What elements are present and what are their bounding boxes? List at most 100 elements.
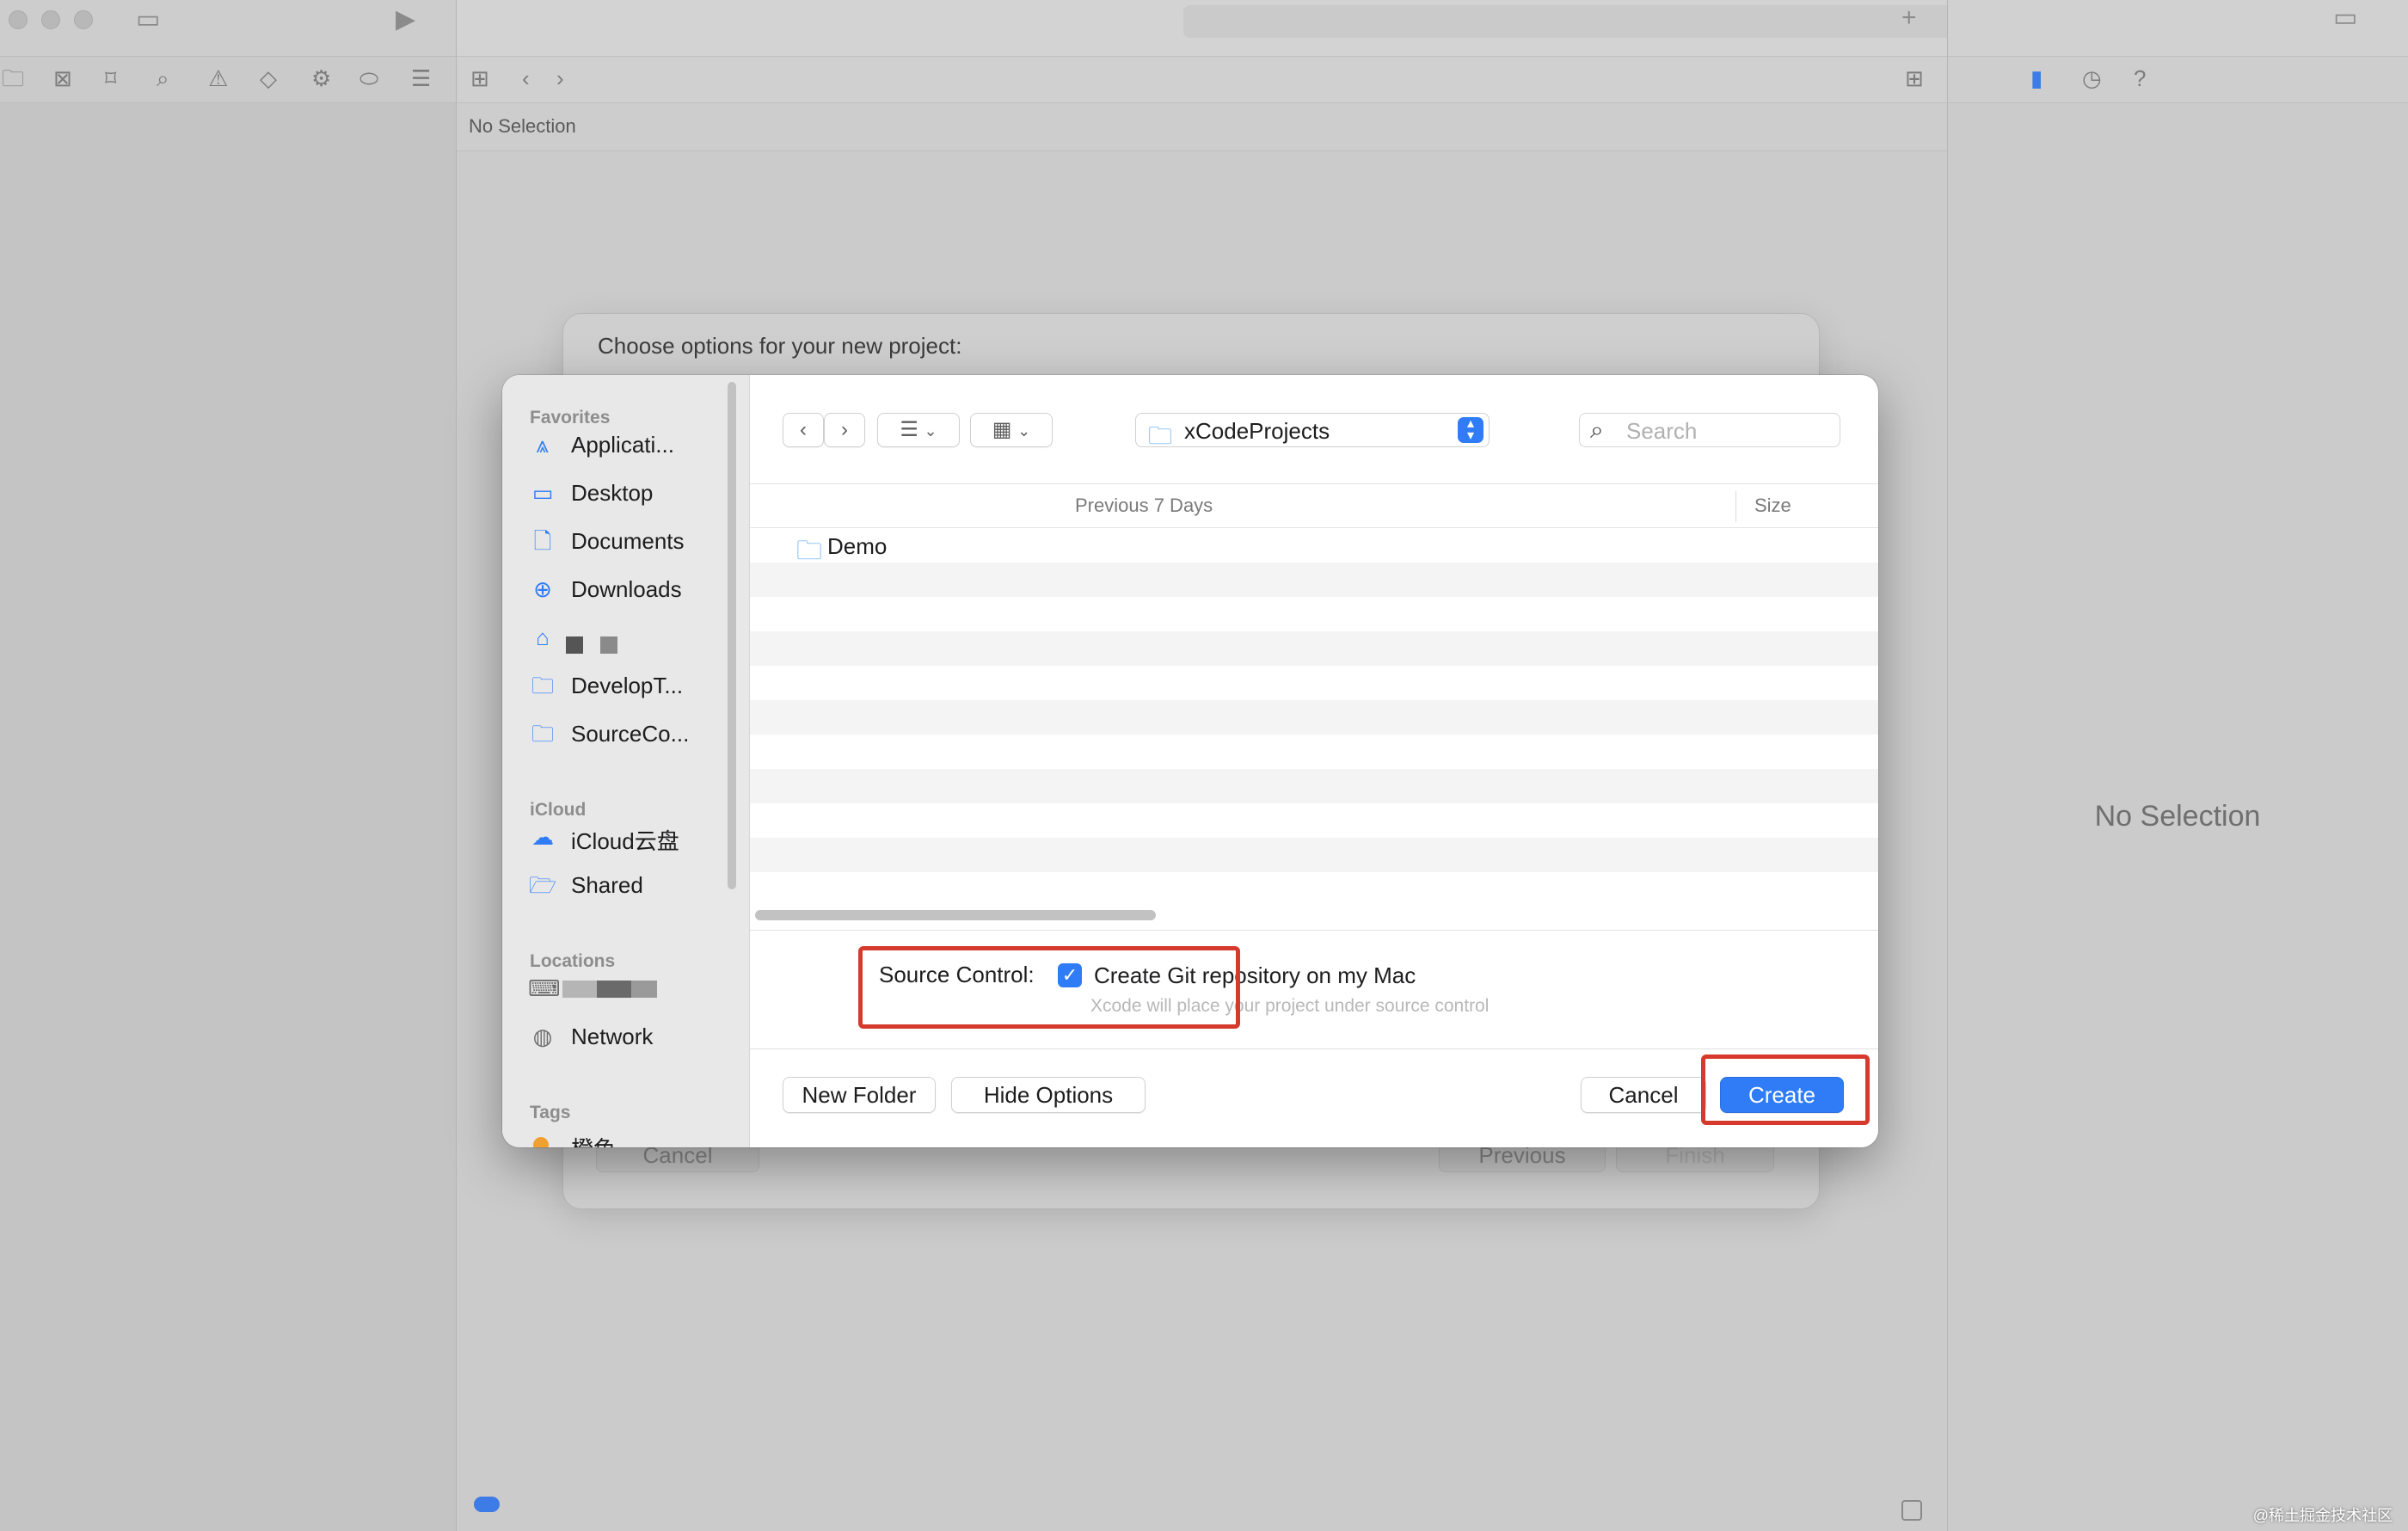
tag-label[interactable]: 橙色 [571,1132,616,1147]
breakpoint-navigator-icon[interactable]: ⬭ [359,67,378,89]
sheet-title: Choose options for your new project: [598,333,962,359]
list-icon: ☰ [900,418,918,441]
sidebar-item-label: Desktop [571,480,654,506]
group-column-header[interactable]: Previous 7 Days [1075,495,1213,517]
source-control-navigator-icon[interactable]: ⊠ [53,67,72,89]
sidebar-item-develop[interactable]: 🗀 DevelopT... [528,666,734,705]
search-field[interactable]: ⌕ [1579,413,1840,447]
sidebar-item-label: Network [571,1024,654,1049]
sidebar-scrollbar[interactable] [728,382,736,889]
folder-icon: 🗀 [531,721,554,747]
sidebar-item-home[interactable]: ⌂ [528,618,734,657]
tags-section-title: Tags [530,1103,571,1122]
column-divider[interactable] [1735,491,1736,522]
zoom-window-button[interactable] [74,10,93,29]
help-inspector-icon[interactable]: ? [2134,67,2146,89]
downloads-icon: ⊕ [533,576,552,602]
file-name: Demo [827,533,888,559]
list-item [750,838,1878,872]
location-label: xCodeProjects [1184,418,1330,444]
group-by-button[interactable]: ▦ ⌄ [970,413,1053,447]
list-item [750,597,1878,631]
inspector-pane: ▭ ▮ ◷ ? [1947,0,2408,1531]
size-column-header[interactable]: Size [1754,495,1791,517]
inspector-selector-bar [1948,57,2408,103]
redacted-block [631,981,657,998]
watermark: @稀土掘金技术社区 [2252,1507,2393,1524]
test-navigator-icon[interactable]: ◇ [260,67,277,89]
add-icon[interactable]: + [1901,5,1917,31]
annotation-source-control [858,946,1240,1029]
cloud-icon: ☁ [531,824,554,850]
list-item [750,803,1878,838]
grid-icon: ▦ [992,418,1012,441]
sidebar-item-label: DevelopT... [571,673,684,698]
issue-navigator-icon[interactable]: ⚠ [208,67,228,89]
sidebar-item-desktop[interactable]: ▭ Desktop [528,473,734,513]
sidebar-item-shared[interactable]: 🗁 Shared [528,865,734,905]
forward-button[interactable]: › [824,413,865,447]
sidebar-item-downloads[interactable]: ⊕ Downloads [528,569,734,609]
find-navigator-icon[interactable]: ⌕ [157,67,169,89]
breadcrumb: No Selection [469,115,576,137]
sidebar-item-label: Applicati... [571,432,674,458]
redacted-block [600,636,617,654]
location-popup[interactable]: 🗀 xCodeProjects ▴ ▾ [1135,413,1490,449]
debug-area-toggle-icon[interactable] [1901,1500,1922,1521]
report-navigator-icon[interactable]: ☰ [411,67,431,89]
bookmark-navigator-icon[interactable]: ⌑ [105,67,116,89]
redacted-block [566,636,583,654]
hide-options-button[interactable]: Hide Options [951,1077,1146,1113]
file-list-header: Previous 7 Days Size [750,483,1878,528]
sidebar-item-documents[interactable]: 🗋 Documents [528,521,734,561]
list-item [750,735,1878,769]
related-items-icon[interactable]: ⊞ [470,67,489,89]
run-icon[interactable]: ▶ [396,7,415,33]
new-folder-button[interactable]: New Folder [783,1077,936,1113]
file-inspector-icon[interactable]: ▮ [2030,67,2042,89]
shared-folder-icon: 🗁 [528,872,557,898]
sidebar-item-icloud-drive[interactable]: ☁ iCloud云盘 [528,817,734,857]
laptop-icon: ⌨ [528,975,561,1001]
annotation-create [1701,1054,1870,1125]
search-input[interactable] [1625,417,1834,445]
sidebar-item-this-mac[interactable]: ⌨ [528,968,734,1008]
chevron-down-icon: ⌄ [1017,422,1031,440]
filter-icon[interactable] [474,1497,500,1512]
minimize-window-button[interactable] [41,10,60,29]
orange-tag-icon[interactable] [533,1137,549,1147]
project-navigator-icon[interactable]: 🗀 [2,67,24,89]
folder-icon: 🗀 [1148,422,1173,449]
sidebar-item-applications[interactable]: ⩓ Applicati... [528,425,734,464]
inspector-toggle-icon[interactable]: ▭ [2333,5,2357,31]
left-toolbar [0,0,456,57]
debug-navigator-icon[interactable]: ⚙ [311,67,331,89]
forward-arrow-icon[interactable]: › [556,67,564,89]
breadcrumb-bar: No Selection [457,103,1948,151]
file-row-demo[interactable]: 🗀 Demo [750,528,1878,565]
list-item [750,631,1878,666]
updown-stepper-icon: ▴ ▾ [1458,417,1484,443]
back-button[interactable]: ‹ [783,413,824,447]
search-icon: ⌕ [1590,416,1604,443]
sidebar-item-label: Documents [571,528,685,554]
folder-icon: 🗀 [531,673,554,698]
save-dialog: Favorites ⩓ Applicati... ▭ Desktop 🗋 Doc… [502,375,1878,1147]
sidebar-item-label: SourceCo... [571,721,690,747]
list-item [750,700,1878,735]
inspector-empty-label: No Selection [2094,800,2261,833]
add-editor-icon[interactable]: ⊞ [1905,67,1924,89]
sidebar-item-network[interactable]: ◍ Network [528,1017,734,1056]
cancel-button[interactable]: Cancel [1581,1077,1706,1113]
list-item [750,563,1878,597]
history-inspector-icon[interactable]: ◷ [2082,67,2102,89]
home-icon: ⌂ [536,624,550,650]
chevron-down-icon: ⌄ [924,422,937,440]
horizontal-scrollbar[interactable] [755,910,1156,920]
sidebar-toggle-icon[interactable]: ▭ [136,7,160,33]
close-window-button[interactable] [9,10,28,29]
sidebar-item-sourcecode[interactable]: 🗀 SourceCo... [528,714,734,753]
back-arrow-icon[interactable]: ‹ [522,67,530,89]
list-view-button[interactable]: ☰ ⌄ [877,413,960,447]
sidebar-item-label: iCloud云盘 [571,828,679,854]
